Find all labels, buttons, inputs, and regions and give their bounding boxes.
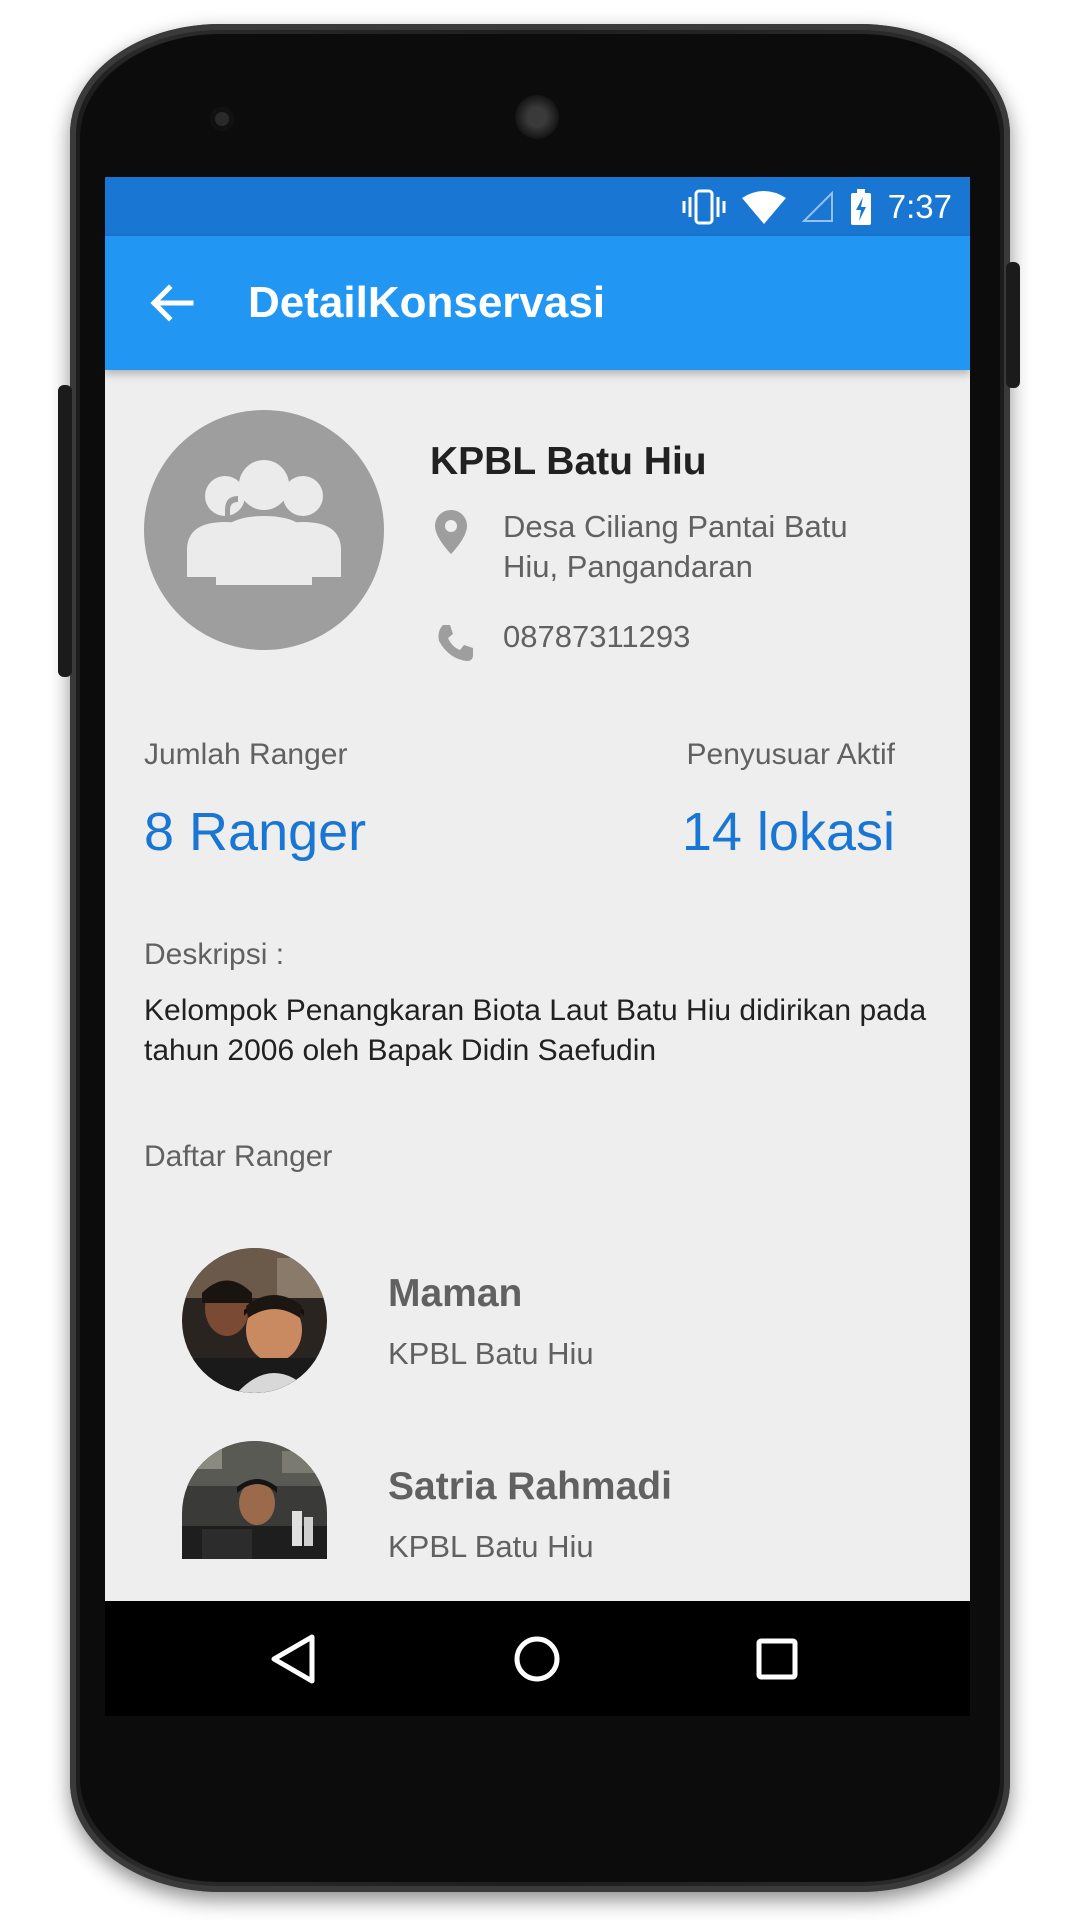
group-name: KPBL Batu Hiu [430,440,707,483]
vibrate-icon [682,189,726,224]
nav-bar [105,1601,970,1716]
group-icon [187,460,341,585]
group-address: Desa Ciliang Pantai Batu Hiu, Pangandara… [503,509,848,584]
ranger-count-value: 8 Ranger [144,802,367,862]
screen: 7:37 DetailKonservasi KPBL Batu Hiu Desa… [105,177,970,1601]
group-avatar [144,410,384,650]
ranger-name: Maman [388,1272,523,1315]
nav-recents-button[interactable] [747,1629,807,1689]
ranger-group: KPBL Batu Hiu [388,1336,594,1371]
ranger-photo [182,1248,327,1393]
power-button [58,385,72,677]
battery-charging-icon [850,188,871,225]
ranger-photo [182,1441,327,1559]
ranger-name: Satria Rahmadi [388,1465,672,1508]
arrow-back-icon [150,284,194,322]
location-pin-icon [435,510,467,554]
front-camera [210,107,234,131]
ranger-avatar [182,1248,327,1393]
ranger-list-item[interactable]: Maman KPBL Batu Hiu [105,1248,970,1398]
volume-button [1006,262,1020,388]
nav-back-button[interactable] [264,1629,324,1689]
active-locations-label: Penyusuar Aktif [686,738,895,771]
earpiece-speaker [515,95,559,139]
status-icons: 7:37 [682,177,952,236]
status-time: 7:37 [887,187,952,225]
ranger-avatar [182,1441,327,1559]
nav-recents-icon [756,1638,798,1680]
active-locations-value: 14 lokasi [681,802,895,862]
wifi-icon [741,190,786,224]
page-title: DetailKonservasi [248,278,606,327]
phone-icon [438,625,473,661]
ranger-group: KPBL Batu Hiu [388,1529,594,1564]
nav-home-icon [514,1636,560,1682]
nav-back-icon [271,1634,315,1684]
ranger-list-item[interactable]: Satria Rahmadi KPBL Batu Hiu [105,1441,970,1591]
description-label: Deskripsi : [144,938,285,971]
ranger-list-label: Daftar Ranger [144,1140,333,1173]
description-text: Kelompok Penangkaran Biota Laut Batu Hiu… [144,994,927,1067]
ranger-count-label: Jumlah Ranger [144,738,348,771]
status-bar: 7:37 [105,177,970,236]
back-button[interactable] [145,276,199,330]
group-phone[interactable]: 08787311293 [503,619,690,655]
nav-home-button[interactable] [507,1629,567,1689]
app-bar: DetailKonservasi [105,236,970,370]
cell-signal-icon [801,190,833,222]
